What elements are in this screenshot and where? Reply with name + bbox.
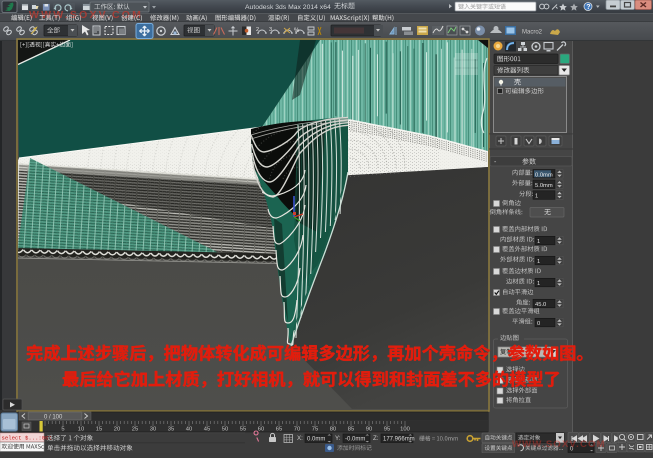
svg-text:X:: X: [297,435,303,442]
svg-text:0.0mm: 0.0mm [307,436,325,442]
svg-text:WWW.SOXV.COM: WWW.SOXV.COM [512,439,606,450]
svg-text:Y:: Y: [335,435,341,442]
svg-text:1: 1 [537,281,540,287]
svg-text:0: 0 [537,321,540,327]
svg-text:2: 2 [256,27,259,33]
svg-text:Z:: Z: [373,435,379,442]
svg-text:5.0mm: 5.0mm [535,183,553,189]
svg-text:45.0: 45.0 [535,302,546,308]
svg-text:-0.0mm: -0.0mm [345,436,365,442]
svg-text:0.0mm: 0.0mm [535,172,553,178]
svg-text:?: ? [586,4,590,11]
svg-text:3: 3 [269,27,272,33]
svg-text:Autodesk 3ds Max 2014 x64: Autodesk 3ds Max 2014 x64 [245,4,331,11]
svg-text:1: 1 [535,194,538,200]
svg-text:0 / 100: 0 / 100 [44,414,63,420]
svg-text:1: 1 [537,259,540,265]
svg-text:%: % [294,28,300,34]
svg-text:select $...:001: select $...:001 [2,435,53,442]
svg-text:1: 1 [537,239,540,245]
svg-text:Macro2: Macro2 [522,30,543,36]
